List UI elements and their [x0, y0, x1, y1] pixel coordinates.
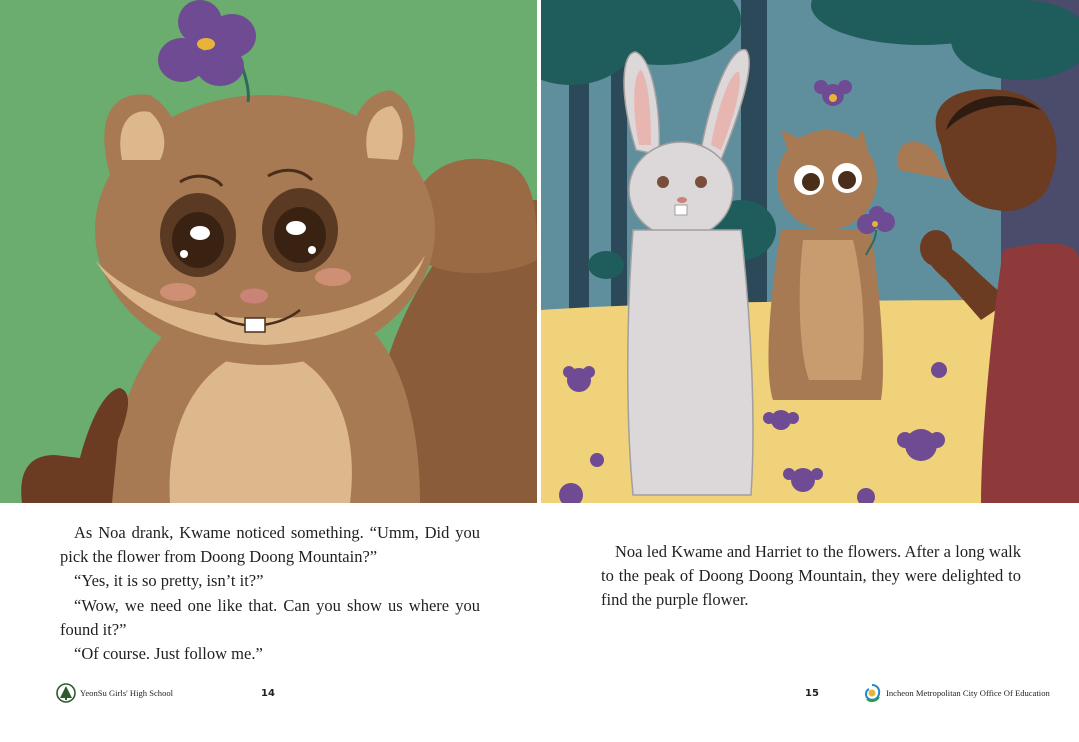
left-paragraph-2: “Yes, it is so pretty, isn’t it?” — [74, 571, 264, 591]
right-page-text: Noa led Kwame and Harriet to the flowers… — [601, 540, 1021, 613]
forest-illustration — [541, 0, 1079, 503]
left-paragraph-4: “Of course. Just follow me.” — [74, 644, 263, 664]
left-footer: YeonSu Girls' High School — [56, 681, 173, 705]
education-office-logo-icon — [865, 684, 881, 703]
forest-scene — [541, 0, 1079, 503]
squirrel-illustration — [0, 0, 537, 503]
school-emblem-icon — [56, 683, 76, 703]
left-page-text: As Noa drank, Kwame noticed something. “… — [60, 521, 480, 666]
right-page: Noa led Kwame and Harriet to the flowers… — [539, 0, 1079, 742]
squirrel-scene — [0, 0, 537, 503]
left-page: As Noa drank, Kwame noticed something. “… — [0, 0, 539, 742]
cat-character — [768, 130, 883, 400]
page-number-15: 15 — [805, 688, 819, 699]
tree-trunk-1 — [569, 50, 589, 310]
right-paragraph-1: Noa led Kwame and Harriet to the flowers… — [601, 542, 1021, 610]
right-footer: Incheon Metropolitan City Office Of Educ… — [862, 681, 1050, 705]
left-paragraph-3: “Wow, we need one like that. Can you sho… — [60, 595, 480, 639]
left-paragraph-1: As Noa drank, Kwame noticed something. “… — [60, 523, 480, 567]
education-office-name: Incheon Metropolitan City Office Of Educ… — [886, 688, 1050, 698]
school-name: YeonSu Girls' High School — [80, 688, 174, 698]
page-number-14: 14 — [261, 688, 275, 699]
